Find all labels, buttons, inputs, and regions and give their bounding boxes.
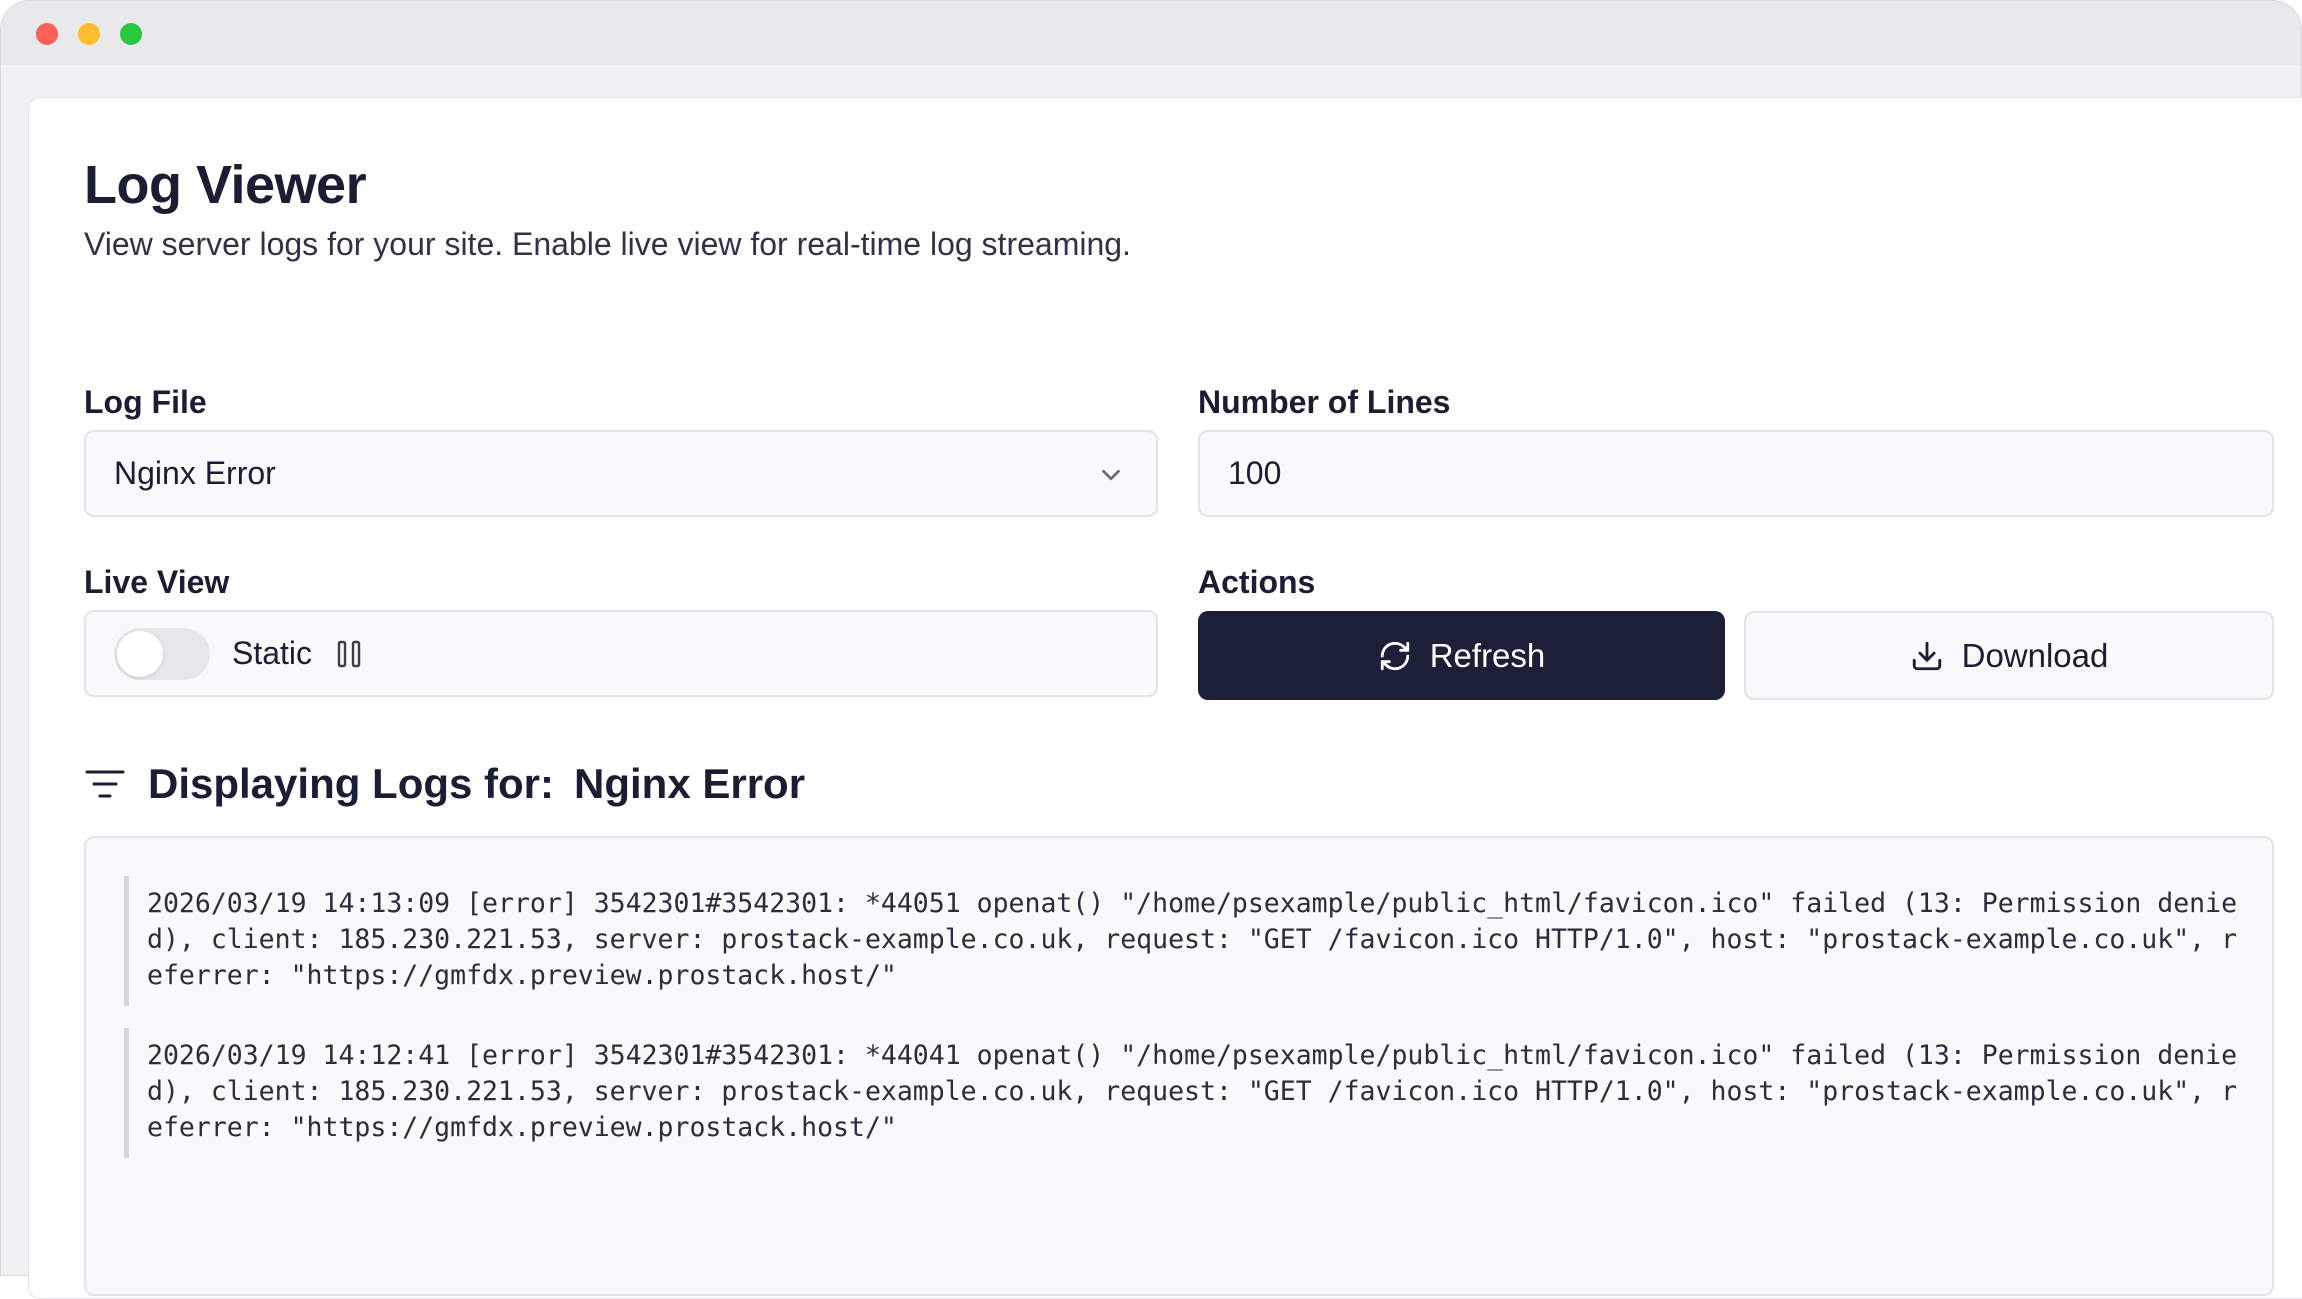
refresh-icon <box>1380 641 1409 670</box>
page-title: Log Viewer <box>84 155 367 215</box>
live-view-toggle[interactable] <box>114 627 210 680</box>
live-view-label: Live View <box>84 564 230 600</box>
logs-heading-prefix: Displaying Logs for: <box>148 760 555 807</box>
logs-section-heading: Displaying Logs for: Nginx Error <box>84 760 805 808</box>
log-entry: 2026/03/19 14:12:41 [error] 3542301#3542… <box>124 1028 2244 1158</box>
pause-icon <box>337 640 361 667</box>
download-icon <box>1912 641 1941 670</box>
download-button[interactable]: Download <box>1744 611 2274 700</box>
lines-label: Number of Lines <box>1198 384 1451 420</box>
log-file-select[interactable]: Nginx Error <box>84 430 1158 517</box>
window-zoom-button[interactable] <box>120 23 142 45</box>
window-close-button[interactable] <box>36 23 58 45</box>
filter-icon <box>85 770 125 798</box>
live-view-mode-label: Static <box>232 635 313 671</box>
live-view-control: Static <box>84 610 1158 697</box>
log-entry: 2026/03/19 14:13:09 [error] 3542301#3542… <box>124 876 2244 1006</box>
lines-input-value: 100 <box>1228 455 1282 491</box>
window-titlebar <box>1 1 2301 65</box>
log-output-panel[interactable]: 2026/03/19 14:13:09 [error] 3542301#3542… <box>84 836 2274 1296</box>
log-file-label: Log File <box>84 384 207 420</box>
refresh-button[interactable]: Refresh <box>1198 611 1725 700</box>
actions-label: Actions <box>1198 564 1316 600</box>
logs-heading-source: Nginx Error <box>574 760 806 807</box>
page-subtitle: View server logs for your site. Enable l… <box>84 226 1131 262</box>
log-file-selected-value: Nginx Error <box>114 455 276 491</box>
toggle-knob <box>117 630 163 677</box>
download-button-label: Download <box>1961 636 2109 674</box>
window-minimize-button[interactable] <box>78 23 100 45</box>
lines-input[interactable]: 100 <box>1198 430 2274 517</box>
chevron-down-icon <box>1102 469 1120 481</box>
refresh-button-label: Refresh <box>1429 636 1546 674</box>
